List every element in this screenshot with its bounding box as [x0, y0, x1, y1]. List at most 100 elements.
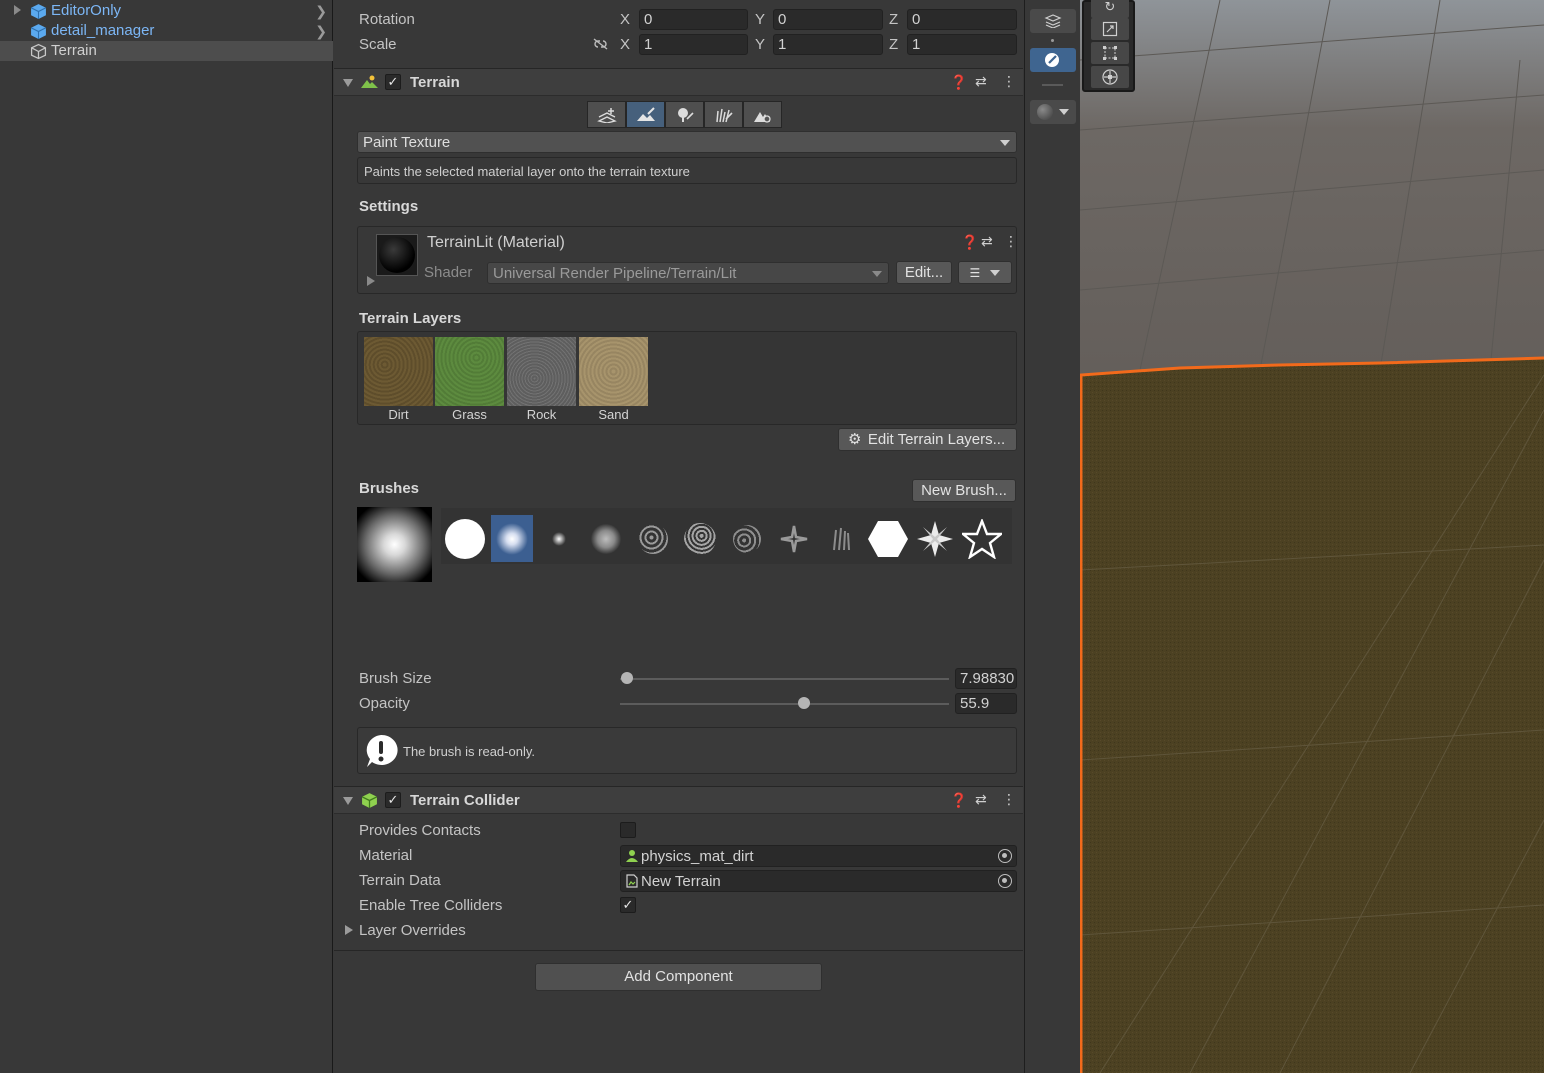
scale-y-field[interactable]: 1 [773, 34, 883, 55]
terrain-data-value: New Terrain [641, 873, 721, 890]
help-icon[interactable]: ❓ [961, 234, 978, 251]
paint-terrain-button[interactable] [626, 101, 665, 128]
brush-size-field[interactable]: 7.98830 [955, 668, 1017, 689]
object-picker-icon[interactable] [998, 874, 1012, 888]
shading-mode-dropdown[interactable] [1030, 100, 1076, 124]
layer-thumbnail-rock[interactable] [507, 337, 576, 406]
add-component-button[interactable]: Add Component [535, 963, 822, 991]
scale-z-field[interactable]: 1 [907, 34, 1017, 55]
brush-star[interactable] [961, 515, 1003, 562]
physics-material-field[interactable]: physics_mat_dirt [620, 845, 1017, 867]
more-options-icon[interactable]: ⋮ [1004, 233, 1018, 250]
layer-thumbnail-sand[interactable] [579, 337, 648, 406]
paint-tool-dropdown[interactable]: Paint Texture [357, 131, 1017, 153]
scene-viewport[interactable] [1080, 0, 1544, 1073]
brush-hexagon[interactable] [867, 515, 909, 562]
brush-small-dot[interactable] [538, 515, 580, 562]
brush-shape-icon [780, 525, 808, 552]
brush-hard-circle[interactable] [444, 515, 486, 562]
paint-trees-button[interactable] [665, 101, 704, 128]
terrain-collider-enabled-checkbox[interactable]: ✓ [385, 792, 401, 808]
terrain-enabled-checkbox[interactable]: ✓ [385, 74, 401, 90]
brush-shape-icon [868, 520, 908, 557]
hierarchy-item-terrain[interactable]: Terrain [0, 41, 333, 61]
terrain-brush-overlay-button[interactable] [1030, 48, 1076, 72]
brush-noise-c[interactable] [726, 515, 768, 562]
edit-terrain-layers-button[interactable]: ⚙ Edit Terrain Layers... [838, 428, 1017, 451]
object-picker-icon[interactable] [998, 849, 1012, 863]
rotation-y-field[interactable]: 0 [773, 9, 883, 30]
brush-cloud[interactable] [585, 515, 627, 562]
terrain-settings-button[interactable] [743, 101, 782, 128]
paint-details-button[interactable] [704, 101, 743, 128]
brush-streaks[interactable] [820, 515, 862, 562]
axis-y-label[interactable]: Y [755, 11, 765, 28]
axis-x-label[interactable]: X [620, 36, 630, 53]
brush-shape-icon [638, 523, 668, 554]
rotation-x-field[interactable]: 0 [639, 9, 748, 30]
shader-options-button[interactable]: ☰ [958, 261, 1012, 284]
opacity-field[interactable]: 55.9 [955, 693, 1017, 714]
transform-tool-button[interactable] [1091, 66, 1129, 88]
material-foldout-icon[interactable] [367, 276, 375, 286]
paint-brush-terrain-icon [636, 106, 655, 121]
new-brush-button[interactable]: New Brush... [912, 479, 1016, 502]
scene-view[interactable]: ↻ [1080, 0, 1544, 1073]
layer-thumbnail-dirt[interactable] [364, 337, 433, 406]
layer-thumbnail-grass[interactable] [435, 337, 504, 406]
axis-y-label[interactable]: Y [755, 36, 765, 53]
more-options-icon[interactable]: ⋮ [1002, 791, 1016, 808]
foldout-arrow-icon[interactable] [345, 925, 353, 935]
presets-icon[interactable]: ⇄ [975, 73, 987, 90]
brush-size-slider-thumb[interactable] [620, 672, 633, 684]
opacity-slider-thumb[interactable] [797, 697, 810, 709]
chevron-right-icon[interactable]: ❯ [315, 3, 327, 20]
foldout-arrow-icon[interactable] [343, 79, 353, 87]
scale-tool-button[interactable] [1091, 18, 1129, 40]
brush-noise-a[interactable] [632, 515, 674, 562]
brush-size-slider[interactable] [620, 678, 949, 680]
hierarchy-item-detail-manager[interactable]: detail_manager ❯ [0, 21, 333, 41]
foldout-arrow-icon[interactable] [343, 797, 353, 805]
brush-readonly-helpbox: The brush is read-only. [357, 727, 1017, 774]
terrain-component-title: Terrain [410, 74, 460, 91]
opacity-label: Opacity [359, 695, 410, 712]
enable-tree-colliders-checkbox[interactable]: ✓ [620, 897, 636, 913]
terrain-data-field[interactable]: New Terrain [620, 870, 1017, 892]
shader-dropdown[interactable]: Universal Render Pipeline/Terrain/Lit [487, 262, 889, 284]
rect-tool-button[interactable] [1091, 42, 1129, 64]
brush-soft-circle[interactable] [491, 515, 533, 562]
brush-sparkle[interactable] [914, 515, 956, 562]
prefab-cube-icon [30, 4, 47, 19]
provides-contacts-checkbox[interactable] [620, 822, 636, 838]
settings-heading: Settings [359, 198, 419, 215]
constrain-proportions-icon[interactable] [592, 37, 609, 51]
chevron-right-icon[interactable]: ❯ [315, 23, 327, 40]
drag-handle[interactable] [1042, 84, 1063, 86]
presets-icon[interactable]: ⇄ [981, 233, 993, 250]
more-options-icon[interactable]: ⋮ [1002, 73, 1016, 90]
help-icon[interactable]: ❓ [950, 792, 967, 809]
scene-transform-toolbar: ↻ [1082, 0, 1135, 92]
brush-splatter[interactable] [773, 515, 815, 562]
axis-z-label[interactable]: Z [889, 11, 898, 28]
axis-z-label[interactable]: Z [889, 36, 898, 53]
shader-edit-button[interactable]: Edit... [896, 261, 952, 284]
layer-name-dirt: Dirt [388, 407, 409, 422]
expand-arrow-icon[interactable] [14, 5, 21, 15]
terrain-component-header[interactable]: ✓ Terrain ❓ ⇄ ⋮ [334, 68, 1023, 96]
brush-noise-b[interactable] [679, 515, 721, 562]
layer-overrides-label[interactable]: Layer Overrides [359, 922, 466, 939]
shader-label: Shader [424, 264, 473, 281]
create-neighbor-terrains-button[interactable] [587, 101, 626, 128]
axis-x-label[interactable]: X [620, 11, 630, 28]
tool-settings-button[interactable] [1030, 9, 1076, 33]
rotate-tool-button[interactable]: ↻ [1091, 0, 1129, 18]
hierarchy-item-editoronly[interactable]: EditorOnly ❯ [0, 1, 333, 21]
presets-icon[interactable]: ⇄ [975, 791, 987, 808]
scale-x-field[interactable]: 1 [639, 34, 748, 55]
terrain-collider-component-header[interactable]: ✓ Terrain Collider ❓ ⇄ ⋮ [334, 786, 1023, 814]
help-icon[interactable]: ❓ [950, 74, 967, 91]
opacity-slider[interactable] [620, 703, 949, 705]
rotation-z-field[interactable]: 0 [907, 9, 1017, 30]
